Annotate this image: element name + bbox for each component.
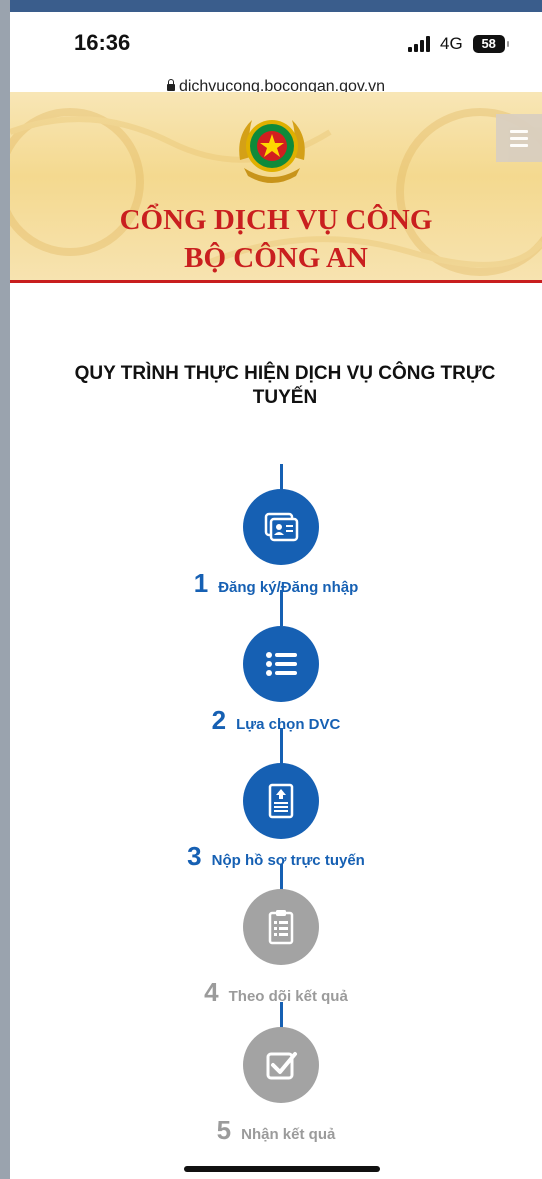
step-4-label[interactable]: 4 Theo dõi kết quả <box>10 977 542 1008</box>
step-3-text: Nộp hồ sơ trực tuyến <box>211 852 365 869</box>
step-2-circle[interactable] <box>243 626 319 702</box>
step-1-circle[interactable] <box>243 489 319 565</box>
step-4-text: Theo dõi kết quả <box>228 988 348 1005</box>
step-4-number: 4 <box>204 977 219 1007</box>
checkbox-icon <box>266 1052 297 1080</box>
step-2-number: 2 <box>211 705 227 735</box>
step-5-text: Nhận kết quả <box>241 1126 336 1143</box>
step-1-text: Đăng ký/Đăng nhập <box>218 579 359 596</box>
step-2-text: Lựa chọn DVC <box>236 716 341 733</box>
step-3-circle[interactable] <box>243 763 319 839</box>
step-5-number: 5 <box>216 1115 232 1145</box>
step-4-circle[interactable] <box>243 889 319 965</box>
window-frame-top <box>0 0 542 12</box>
step-3-number: 3 <box>187 841 202 871</box>
home-indicator[interactable] <box>184 1166 380 1172</box>
upload-document-icon <box>268 783 294 819</box>
step-3-label[interactable]: 3 Nộp hồ sơ trực tuyến <box>10 841 542 872</box>
step-5-circle[interactable] <box>243 1027 319 1103</box>
id-card-icon <box>264 512 299 542</box>
step-5-label[interactable]: 5 Nhận kết quả <box>10 1115 542 1146</box>
step-2-label[interactable]: 2 Lựa chọn DVC <box>10 705 542 736</box>
step-1-label[interactable]: 1 Đăng ký/Đăng nhập <box>10 568 542 599</box>
step-1-number: 1 <box>193 568 209 598</box>
phone-screen: 16:36 4G 58 dichvucong.bocongan.gov.vn C… <box>10 12 542 1179</box>
list-icon <box>266 652 297 676</box>
window-frame-left <box>0 0 10 1179</box>
clipboard-icon <box>268 910 294 945</box>
process-steps: 1 Đăng ký/Đăng nhập 2 Lựa chọn DVC 3 Nộp… <box>10 12 542 1179</box>
